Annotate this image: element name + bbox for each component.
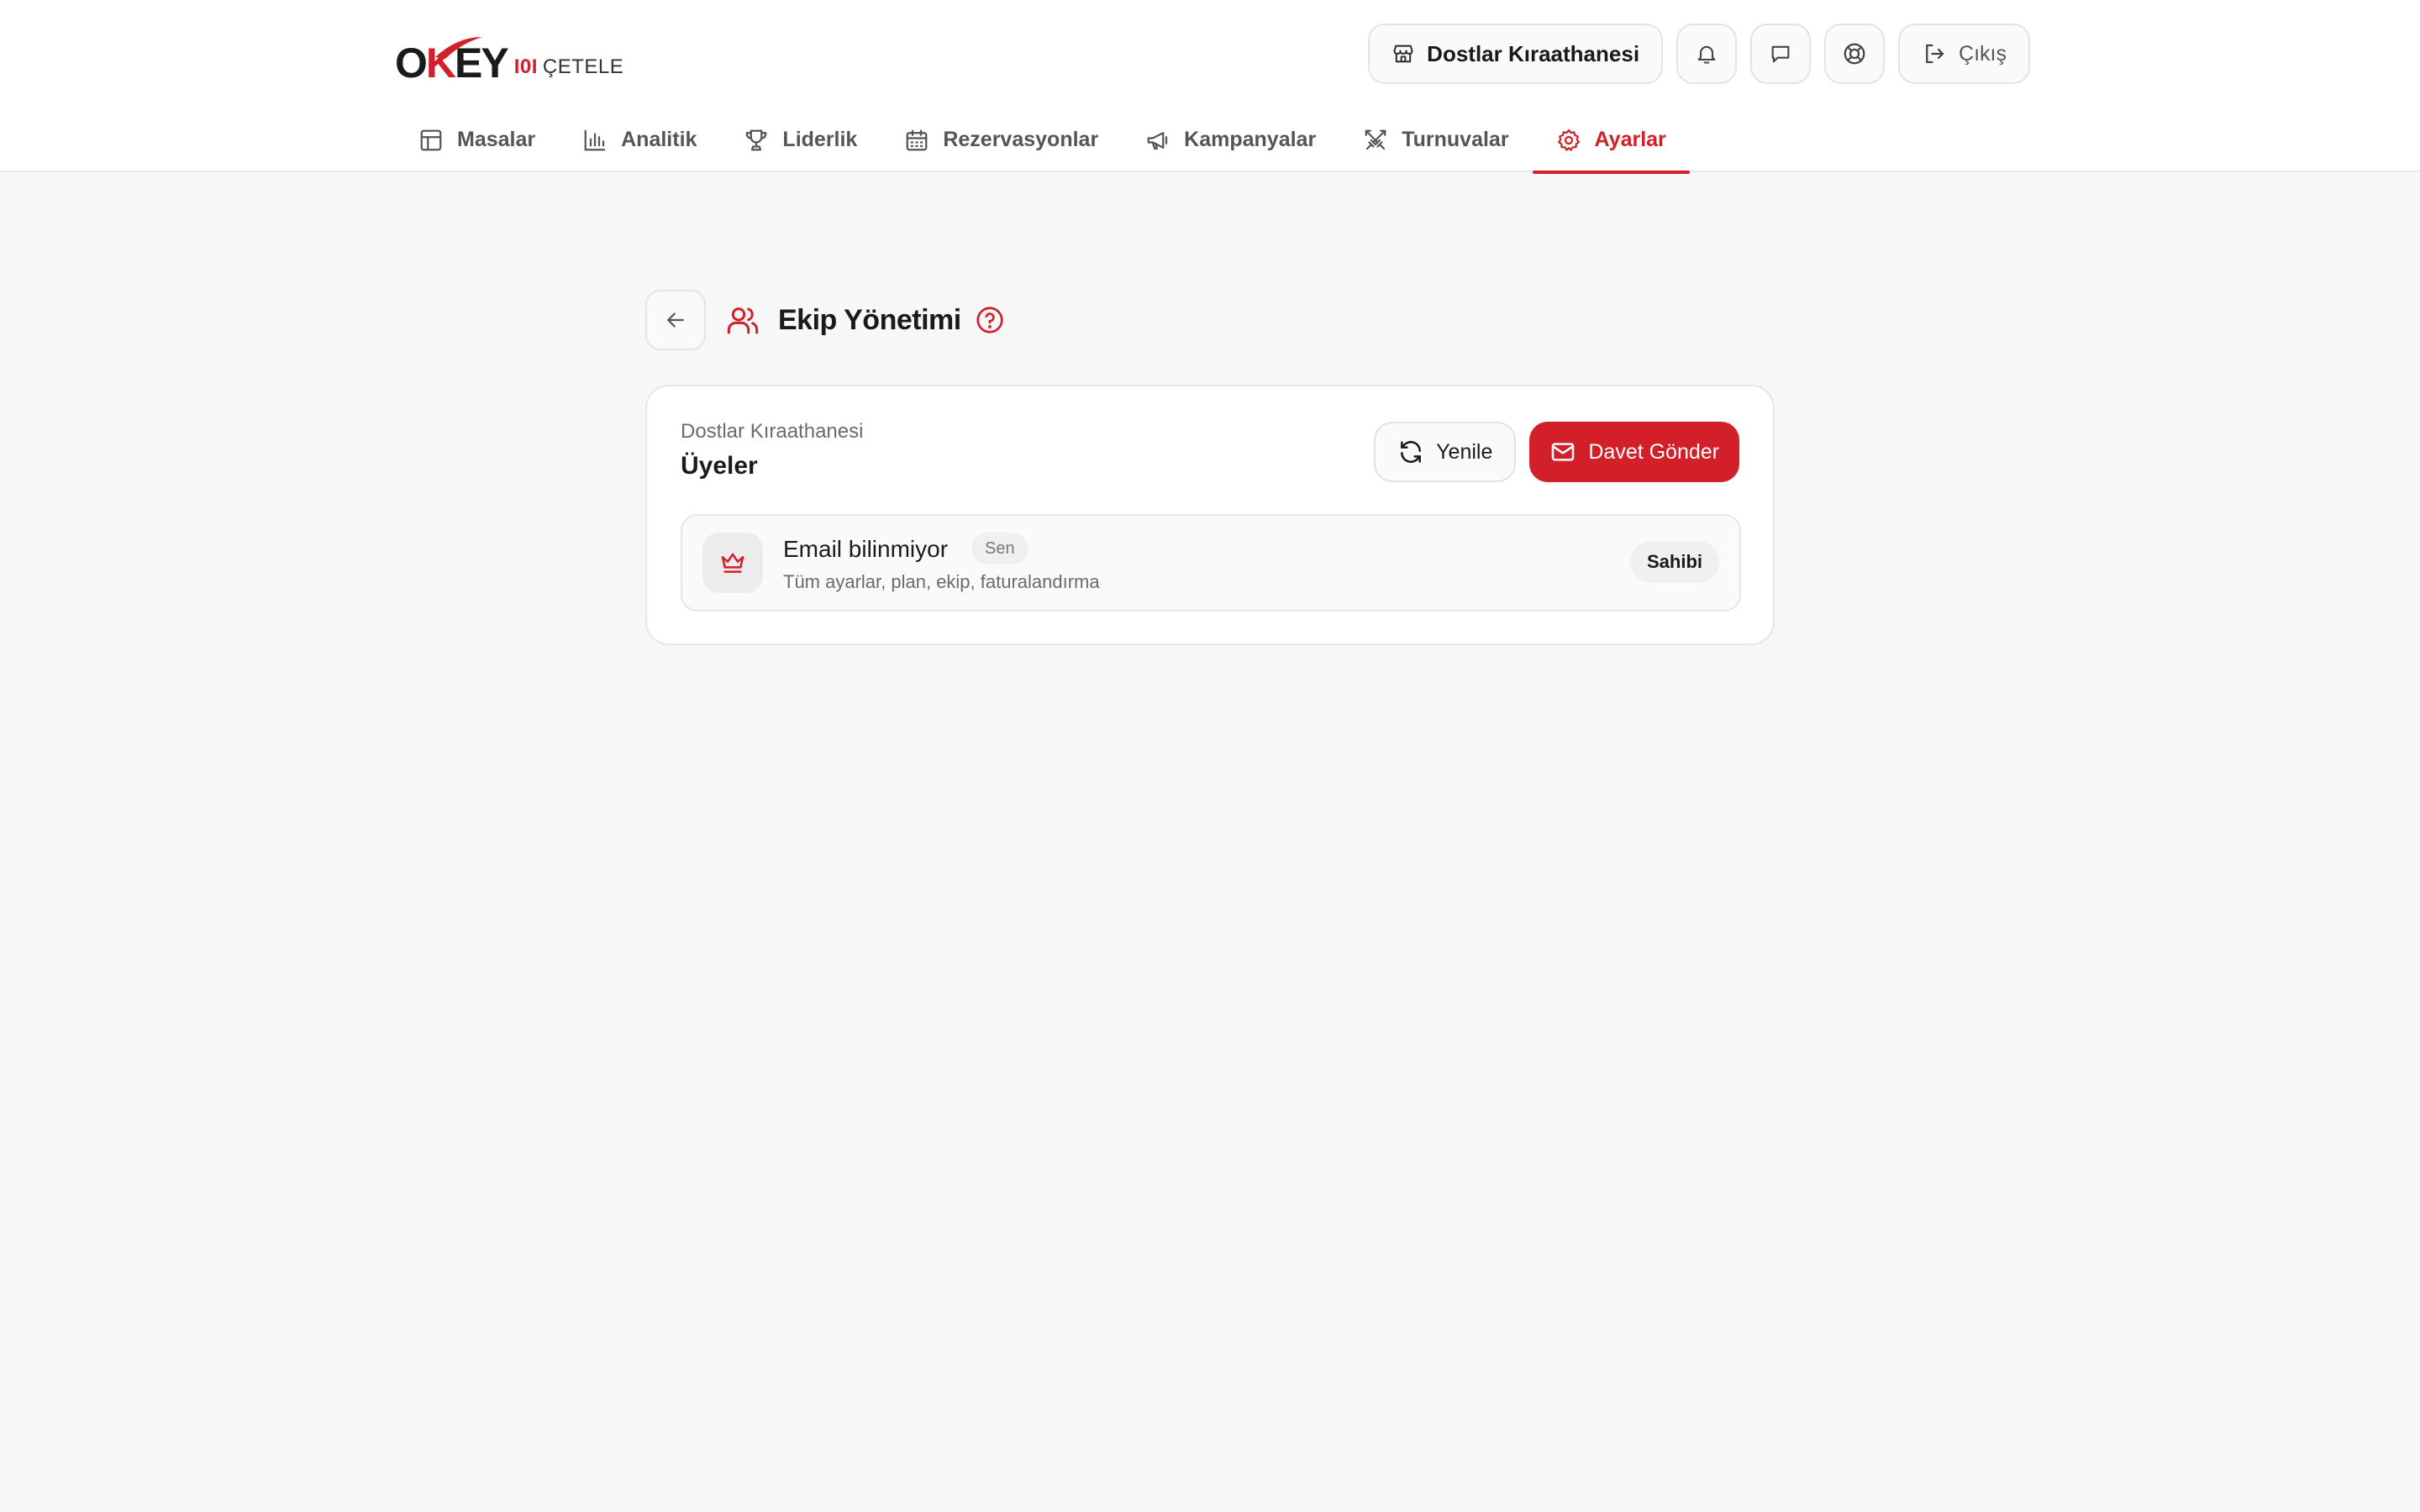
member-name: Email bilinmiyor <box>783 536 949 562</box>
nav-tab-masalar[interactable]: Masalar <box>395 108 559 172</box>
messages-button[interactable] <box>1750 24 1812 84</box>
members-card: Dostlar Kıraathanesi Üyeler Yenile Davet… <box>645 385 1775 645</box>
top-bar: OKEY I0I ÇETELE Dostlar Kıraathanesi Çık… <box>0 0 2420 174</box>
nav-tab-kampanyalar[interactable]: Kampanyalar <box>1122 108 1339 172</box>
bell-icon <box>1697 45 1716 64</box>
logo-subtitle: I0I ÇETELE <box>513 55 624 78</box>
team-icon <box>726 303 760 337</box>
member-permissions: Tüm ayarlar, plan, ekip, faturalandırma <box>783 571 1100 592</box>
logout-label: Çıkış <box>1959 41 2007 66</box>
logout-button[interactable]: Çıkış <box>1898 24 2030 84</box>
nav-tab-analitik[interactable]: Analitik <box>559 108 720 172</box>
bar-chart-icon <box>584 129 606 150</box>
card-actions: Yenile Davet Gönder <box>1374 422 1739 482</box>
message-icon <box>1771 45 1790 63</box>
lifebuoy-icon <box>1844 43 1865 65</box>
venue-switcher-button[interactable]: Dostlar Kıraathanesi <box>1368 24 1664 84</box>
main-nav: Masalar Analitik Liderlik Rezervasyonlar… <box>395 108 1691 174</box>
venue-name: Dostlar Kıraathanesi <box>1427 40 1640 66</box>
mail-icon <box>1552 443 1575 461</box>
logout-icon <box>1926 44 1944 64</box>
megaphone-icon <box>1147 131 1168 150</box>
avatar <box>702 533 763 593</box>
crown-icon <box>721 553 744 573</box>
card-title: Üyeler <box>681 452 758 480</box>
page-header: Ekip Yönetimi <box>645 290 1005 350</box>
logo[interactable]: OKEY I0I ÇETELE <box>395 25 623 84</box>
notifications-button[interactable] <box>1676 24 1738 84</box>
arrow-left-icon <box>667 312 684 328</box>
nav-tab-liderlik[interactable]: Liderlik <box>720 108 881 172</box>
card-venue-name: Dostlar Kıraathanesi <box>681 420 864 443</box>
member-row[interactable]: Email bilinmiyor Sen Tüm ayarlar, plan, … <box>681 514 1741 612</box>
support-button[interactable] <box>1824 24 1886 84</box>
send-invite-button[interactable]: Davet Gönder <box>1529 422 1739 482</box>
swords-icon <box>1365 129 1386 150</box>
nav-tab-ayarlar[interactable]: Ayarlar <box>1532 108 1691 174</box>
refresh-button[interactable]: Yenile <box>1374 422 1517 482</box>
help-icon[interactable] <box>975 305 1005 335</box>
trophy-icon <box>746 129 767 150</box>
store-icon <box>1393 45 1413 63</box>
role-badge: Sahibi <box>1629 541 1719 583</box>
header-actions: Dostlar Kıraathanesi Çıkış <box>1368 24 2030 84</box>
page-title: Ekip Yönetimi <box>778 303 961 336</box>
nav-tab-turnuvalar[interactable]: Turnuvalar <box>1339 108 1532 172</box>
back-button[interactable] <box>645 290 706 350</box>
logo-swoosh-icon <box>435 37 482 59</box>
calendar-icon <box>906 129 928 150</box>
refresh-icon <box>1401 440 1422 464</box>
you-badge: Sen <box>971 533 1028 564</box>
table-icon <box>420 129 442 150</box>
logo-wordmark: OKEY <box>395 37 509 84</box>
settings-icon <box>1557 129 1580 151</box>
nav-tab-rezervasyonlar[interactable]: Rezervasyonlar <box>881 108 1122 172</box>
